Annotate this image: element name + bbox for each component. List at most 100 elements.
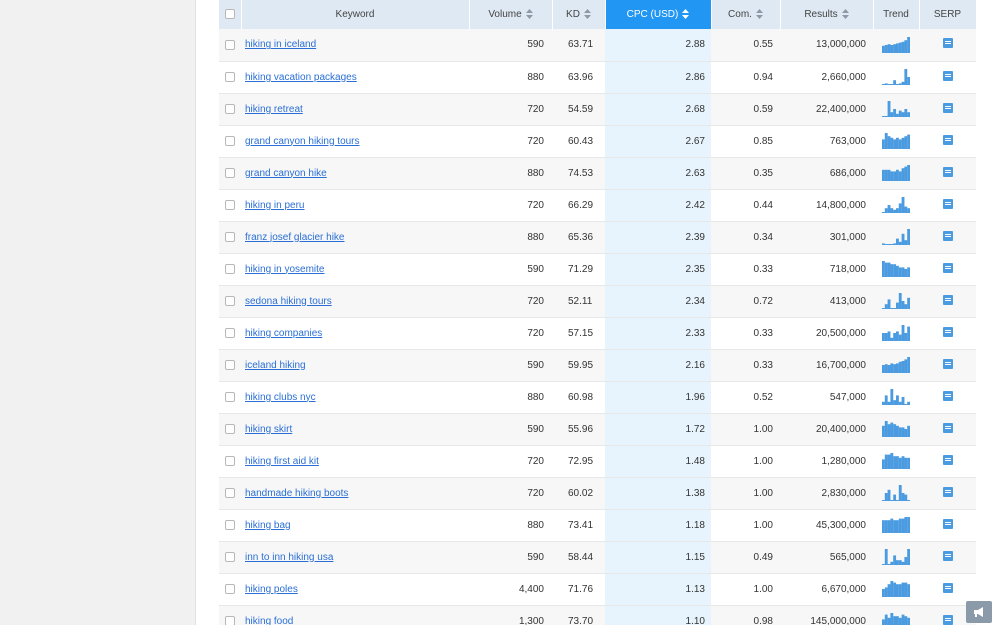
trend-bar [882,169,885,181]
keyword-cell: grand canyon hiking tours [241,125,469,158]
keyword-link[interactable]: hiking in yosemite [245,264,324,275]
serp-icon[interactable] [942,134,953,145]
column-header-results[interactable]: Results [780,0,874,29]
serp-icon[interactable] [942,358,953,369]
keyword-link[interactable]: hiking retreat [245,104,303,115]
cpc-cell: 2.33 [605,317,711,350]
trend-bar [882,212,885,213]
com-cell: 1.00 [711,477,780,510]
trend-bar [898,617,902,625]
serp-icon[interactable] [942,454,953,465]
keyword-link[interactable]: hiking in iceland [245,39,316,50]
trend-bar [893,171,897,181]
row-select-cell [219,61,241,94]
row-checkbox[interactable] [225,615,235,625]
kd-cell: 66.29 [552,189,605,222]
row-checkbox[interactable] [225,551,235,562]
row-checkbox[interactable] [225,391,235,402]
row-checkbox[interactable] [225,423,235,434]
trend-bar [882,564,885,565]
keyword-link[interactable]: franz josef glacier hike [245,232,345,243]
row-checkbox[interactable] [225,487,235,498]
trend-bar [882,520,885,533]
keyword-link[interactable]: handmade hiking boots [245,488,348,499]
sort-icon [841,9,849,20]
keyword-link[interactable]: hiking skirt [245,424,292,435]
cpc-cell: 2.35 [605,253,711,286]
serp-icon[interactable] [942,38,953,49]
trend-bar [893,555,897,565]
trend-bar [887,43,891,53]
serp-icon[interactable] [942,390,953,401]
row-checkbox[interactable] [225,455,235,466]
serp-icon[interactable] [942,550,953,561]
cpc-cell: 1.38 [605,477,711,510]
keyword-link[interactable]: hiking companies [245,328,322,339]
trend-bar [882,425,885,437]
serp-icon[interactable] [942,294,953,305]
keyword-link[interactable]: hiking food [245,616,293,625]
trend-bar [896,584,899,597]
serp-icon[interactable] [942,70,953,81]
serp-icon[interactable] [942,486,953,497]
select-all-checkbox[interactable] [224,9,235,20]
trend-sparkline [882,165,910,181]
keyword-link[interactable]: inn to inn hiking usa [245,552,333,563]
trend-bar [884,116,888,117]
trend-cell [873,285,919,318]
keyword-cell: hiking companies [241,317,469,350]
serp-icon[interactable] [942,230,953,241]
serp-icon[interactable] [942,582,953,593]
keyword-link[interactable]: grand canyon hiking tours [245,136,360,147]
serp-icon[interactable] [942,198,953,209]
row-checkbox[interactable] [225,519,235,530]
trend-bar [884,587,888,597]
column-header-com[interactable]: Com. [711,0,781,29]
keyword-link[interactable]: iceland hiking [245,360,306,371]
keyword-link[interactable]: hiking bag [245,520,291,531]
results-cell: 20,500,000 [780,317,873,350]
row-checkbox[interactable] [225,359,235,370]
serp-icon[interactable] [942,102,953,113]
column-header-keyword[interactable]: Keyword [241,0,470,29]
keyword-link[interactable]: hiking vacation packages [245,72,357,83]
column-header-cpc[interactable]: CPC (USD) [605,0,712,29]
keyword-link[interactable]: grand canyon hike [245,168,327,179]
trend-bar [882,589,885,597]
trend-cell [873,93,919,126]
serp-icon[interactable] [942,422,953,433]
row-checkbox[interactable] [225,295,235,306]
row-checkbox[interactable] [225,135,235,146]
row-checkbox[interactable] [225,263,235,274]
trend-bar [884,520,888,533]
trend-bar [898,584,902,597]
keyword-link[interactable]: hiking poles [245,584,298,595]
trend-bar [904,206,908,213]
keyword-link[interactable]: sedona hiking tours [245,296,332,307]
keyword-link[interactable]: hiking clubs nyc [245,392,316,403]
trend-cell [873,125,919,158]
keyword-cell: franz josef glacier hike [241,221,469,254]
row-checkbox[interactable] [225,327,235,338]
row-select-cell [219,157,241,190]
row-checkbox[interactable] [225,167,235,178]
feedback-button[interactable] [966,601,992,623]
column-header-kd[interactable]: KD [552,0,606,29]
keyword-link[interactable]: hiking first aid kit [245,456,319,467]
row-checkbox[interactable] [225,231,235,242]
serp-cell [919,61,976,94]
serp-icon[interactable] [942,166,953,177]
column-header-volume[interactable]: Volume [469,0,553,29]
serp-icon[interactable] [942,262,953,273]
row-checkbox[interactable] [225,199,235,210]
row-checkbox[interactable] [225,103,235,114]
row-checkbox[interactable] [225,39,235,50]
keyword-link[interactable]: hiking in peru [245,200,304,211]
row-checkbox[interactable] [225,583,235,594]
serp-icon[interactable] [942,326,953,337]
trend-bar [898,361,902,373]
serp-icon[interactable] [942,614,953,625]
row-checkbox[interactable] [225,71,235,82]
serp-icon[interactable] [942,518,953,529]
column-header-trend: Trend [873,0,920,29]
